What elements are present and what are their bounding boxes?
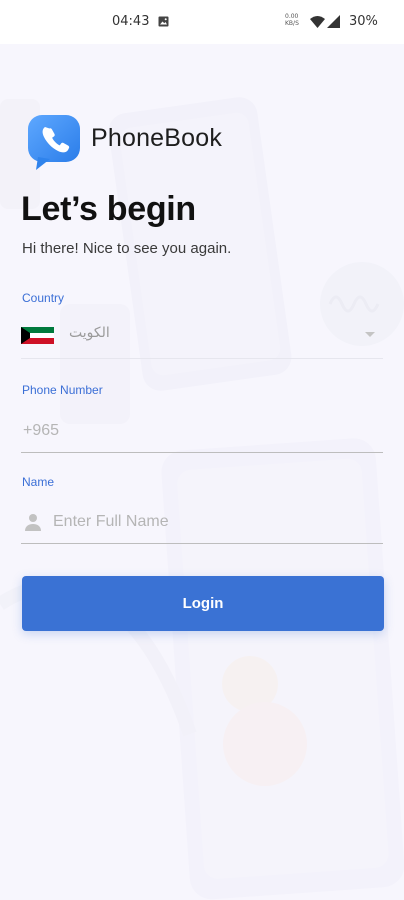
page-title: Let’s begin: [21, 190, 196, 228]
phone-input[interactable]: [21, 418, 385, 444]
chevron-down-icon[interactable]: [365, 332, 375, 337]
phone-field[interactable]: [21, 410, 385, 453]
name-field[interactable]: [21, 501, 385, 544]
name-label: Name: [22, 475, 55, 489]
name-input[interactable]: [51, 509, 385, 535]
app-name: PhoneBook: [91, 124, 223, 152]
person-icon: [25, 514, 41, 531]
country-select[interactable]: الكويت: [21, 316, 383, 359]
country-value: الكويت: [69, 325, 110, 341]
country-label: Country: [22, 291, 65, 305]
phone-chat-bubble-icon: [28, 115, 80, 170]
phone-label: Phone Number: [22, 383, 103, 397]
kuwait-flag-icon: [21, 327, 54, 344]
page-subtitle: Hi there! Nice to see you again.: [22, 240, 232, 257]
login-button[interactable]: Login: [22, 576, 384, 631]
